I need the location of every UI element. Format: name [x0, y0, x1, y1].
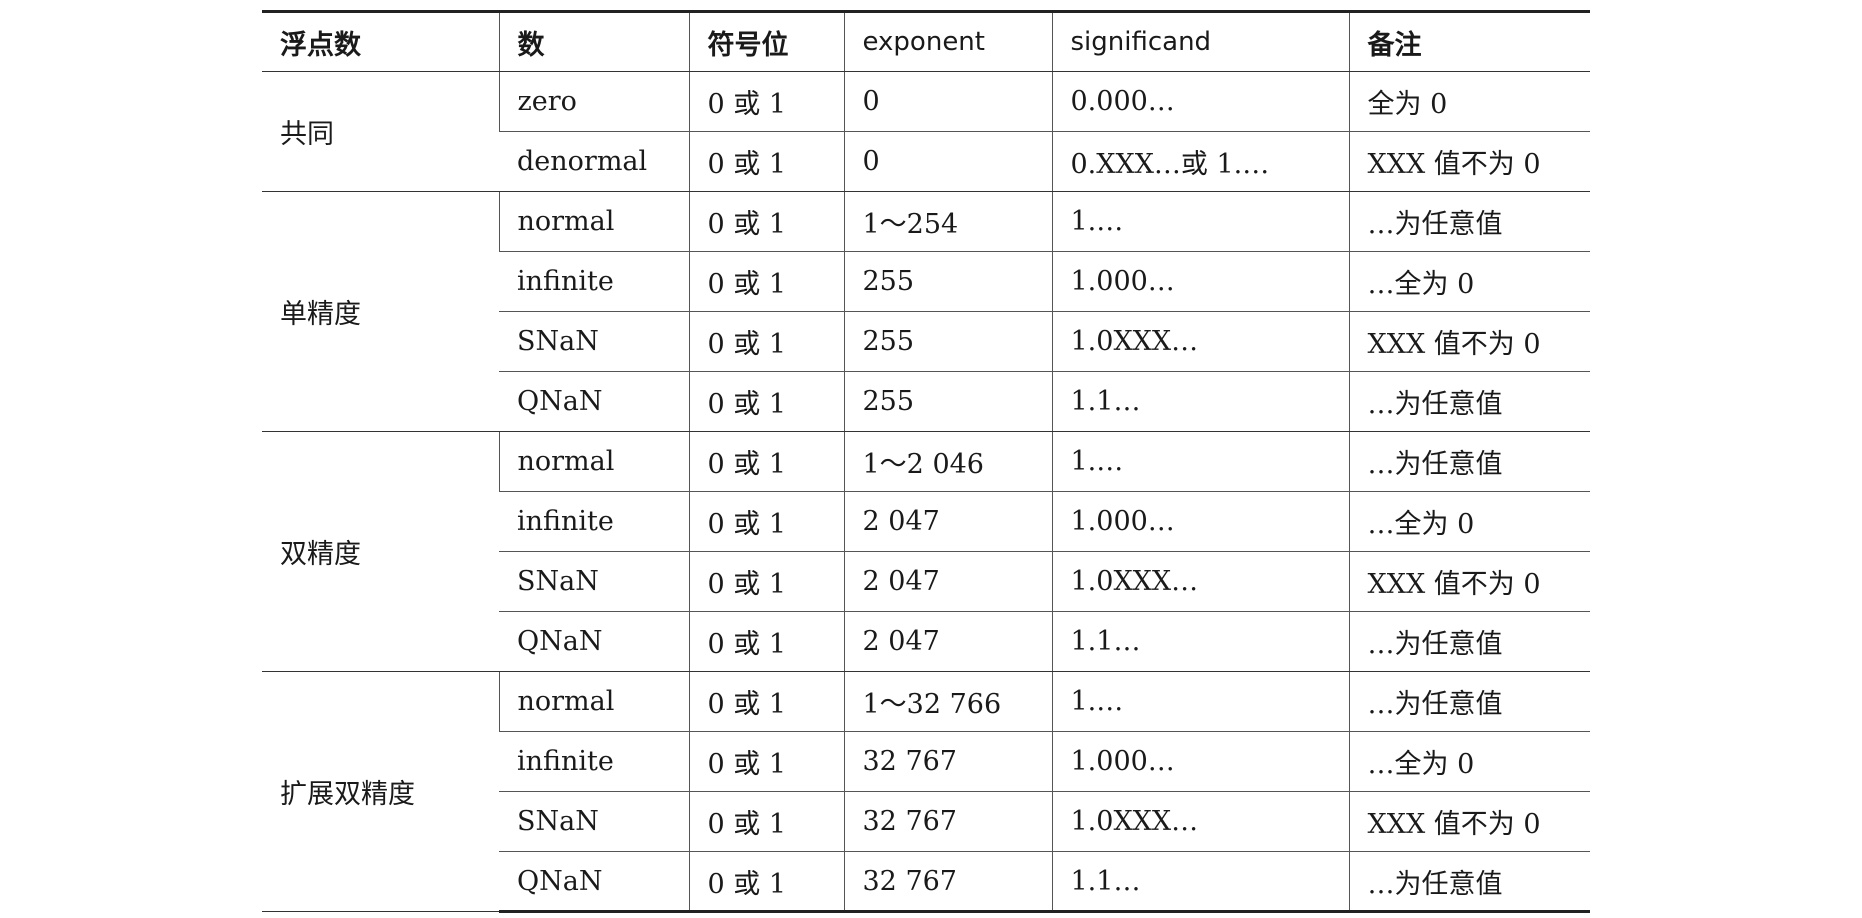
- cell-exponent: 255: [843, 311, 1052, 372]
- cell-notes: …为任意值: [1348, 611, 1590, 672]
- cell-notes: XXX 值不为 0: [1348, 131, 1590, 192]
- cell-notes: …全为 0: [1348, 731, 1590, 792]
- cell-number: zero: [498, 71, 689, 132]
- cell-sign-bit: 0 或 1: [688, 731, 844, 792]
- table-body: 共同 zero 0 或 1 0 0.000… 全为 0 denormal 0 或…: [262, 71, 1590, 913]
- cell-notes: 全为 0: [1348, 71, 1590, 132]
- header-notes: 备注: [1348, 10, 1590, 72]
- cell-exponent: 255: [843, 371, 1052, 432]
- cell-number: infinite: [499, 251, 689, 312]
- header-row: 浮点数 数 符号位 exponent significand 备注: [262, 10, 1590, 72]
- cell-notes: XXX 值不为 0: [1348, 551, 1590, 612]
- cell-sign-bit: 0 或 1: [688, 611, 844, 672]
- cell-exponent: 32 767: [843, 731, 1052, 792]
- cell-significand: 1.0XXX…: [1051, 311, 1349, 372]
- cell-number: normal: [498, 431, 689, 492]
- group-label: 双精度: [262, 431, 499, 672]
- table-header: 浮点数 数 符号位 exponent significand 备注: [262, 10, 1590, 72]
- cell-significand: 1.000…: [1051, 251, 1349, 312]
- cell-notes: XXX 值不为 0: [1348, 311, 1590, 372]
- cell-exponent: 32 767: [843, 851, 1052, 913]
- cell-significand: 0.XXX…或 1.…: [1051, 131, 1349, 192]
- cell-number: SNaN: [499, 791, 689, 852]
- cell-number: infinite: [499, 491, 689, 552]
- cell-sign-bit: 0 或 1: [688, 131, 844, 192]
- cell-sign-bit: 0 或 1: [688, 431, 844, 492]
- cell-number: denormal: [499, 131, 689, 192]
- cell-notes: …为任意值: [1348, 191, 1590, 252]
- cell-significand: 1.0XXX…: [1051, 791, 1349, 852]
- cell-notes: …全为 0: [1348, 491, 1590, 552]
- cell-significand: 1.1…: [1051, 851, 1349, 913]
- cell-exponent: 0: [843, 71, 1052, 132]
- group-label: 共同: [262, 71, 499, 192]
- cell-exponent: 0: [843, 131, 1052, 192]
- cell-sign-bit: 0 或 1: [688, 371, 844, 432]
- cell-sign-bit: 0 或 1: [688, 251, 844, 312]
- header-significand: significand: [1051, 10, 1349, 72]
- cell-number: normal: [498, 671, 689, 732]
- cell-sign-bit: 0 或 1: [688, 491, 844, 552]
- cell-number: infinite: [499, 731, 689, 792]
- header-exponent: exponent: [843, 10, 1052, 72]
- cell-sign-bit: 0 或 1: [688, 71, 844, 132]
- cell-exponent: 1～254: [843, 191, 1052, 252]
- cell-notes: …全为 0: [1348, 251, 1590, 312]
- cell-exponent: 1～2 046: [843, 431, 1052, 492]
- cell-number: QNaN: [499, 371, 689, 432]
- table-row: 扩展双精度 normal 0 或 1 1～32 766 1.… …为任意值: [262, 671, 1590, 912]
- cell-sign-bit: 0 或 1: [688, 311, 844, 372]
- table-row: 共同 zero 0 或 1 0 0.000… 全为 0: [262, 71, 1590, 192]
- group-label: 单精度: [262, 191, 499, 432]
- float-types-table: 浮点数 数 符号位 exponent significand 备注 共同 zer…: [262, 10, 1590, 913]
- cell-sign-bit: 0 或 1: [688, 551, 844, 612]
- cell-significand: 1.000…: [1051, 731, 1349, 792]
- cell-exponent: 1～32 766: [843, 671, 1052, 732]
- cell-sign-bit: 0 或 1: [688, 851, 844, 913]
- cell-significand: 1.1…: [1051, 371, 1349, 432]
- table-row: 双精度 normal 0 或 1 1～2 046 1.… …为任意值: [262, 431, 1590, 672]
- cell-significand: 1.…: [1051, 191, 1349, 252]
- cell-significand: 1.000…: [1051, 491, 1349, 552]
- cell-exponent: 2 047: [843, 551, 1052, 612]
- cell-exponent: 2 047: [843, 611, 1052, 672]
- header-sign-bit: 符号位: [688, 10, 844, 72]
- cell-sign-bit: 0 或 1: [688, 791, 844, 852]
- cell-significand: 1.1…: [1051, 611, 1349, 672]
- cell-notes: …为任意值: [1348, 671, 1590, 732]
- cell-significand: 1.…: [1051, 431, 1349, 492]
- cell-significand: 1.…: [1051, 671, 1349, 732]
- cell-notes: …为任意值: [1348, 431, 1590, 492]
- cell-notes: …为任意值: [1348, 371, 1590, 432]
- cell-significand: 0.000…: [1051, 71, 1349, 132]
- cell-sign-bit: 0 或 1: [688, 191, 844, 252]
- header-float-type: 浮点数: [262, 10, 499, 72]
- group-label: 扩展双精度: [262, 671, 499, 912]
- cell-sign-bit: 0 或 1: [688, 671, 844, 732]
- cell-number: SNaN: [499, 311, 689, 372]
- cell-number: QNaN: [499, 611, 689, 672]
- table-row: 单精度 normal 0 或 1 1～254 1.… …为任意值: [262, 191, 1590, 432]
- cell-significand: 1.0XXX…: [1051, 551, 1349, 612]
- cell-exponent: 32 767: [843, 791, 1052, 852]
- cell-number: normal: [498, 191, 689, 252]
- header-number: 数: [498, 10, 689, 72]
- cell-number: QNaN: [499, 851, 689, 913]
- cell-number: SNaN: [499, 551, 689, 612]
- cell-exponent: 2 047: [843, 491, 1052, 552]
- cell-notes: XXX 值不为 0: [1348, 791, 1590, 852]
- cell-notes: …为任意值: [1348, 851, 1590, 913]
- cell-exponent: 255: [843, 251, 1052, 312]
